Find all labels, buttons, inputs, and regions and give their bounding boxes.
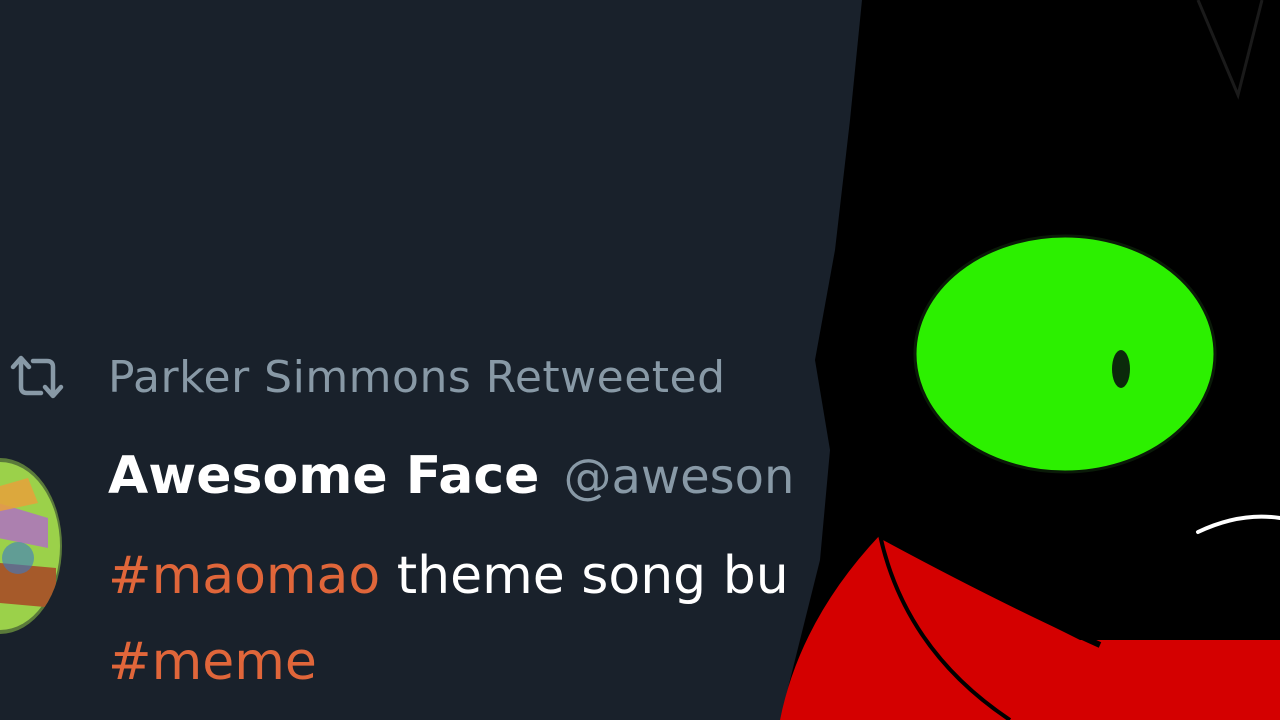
avatar[interactable]	[0, 458, 62, 634]
author-handle[interactable]: @aweson	[563, 449, 794, 505]
tweet-text-line: #maomao theme song bu	[108, 546, 789, 606]
hashtag-link[interactable]: #meme	[108, 632, 317, 692]
retweet-label: Parker Simmons Retweeted	[108, 351, 726, 403]
retweet-icon	[10, 355, 64, 399]
tweet-text: theme song bu	[380, 546, 789, 606]
retweet-indicator[interactable]: Parker Simmons Retweeted	[8, 342, 726, 412]
author-name[interactable]: Awesome Face	[108, 446, 539, 506]
tweet-author[interactable]: Awesome Face @aweson	[108, 446, 794, 522]
hashtag-link[interactable]: #maomao	[108, 546, 380, 606]
twitter-feed: Parker Simmons Retweeted Awesome Face @a…	[0, 0, 1280, 720]
tweet-text-line: #meme	[108, 632, 317, 692]
